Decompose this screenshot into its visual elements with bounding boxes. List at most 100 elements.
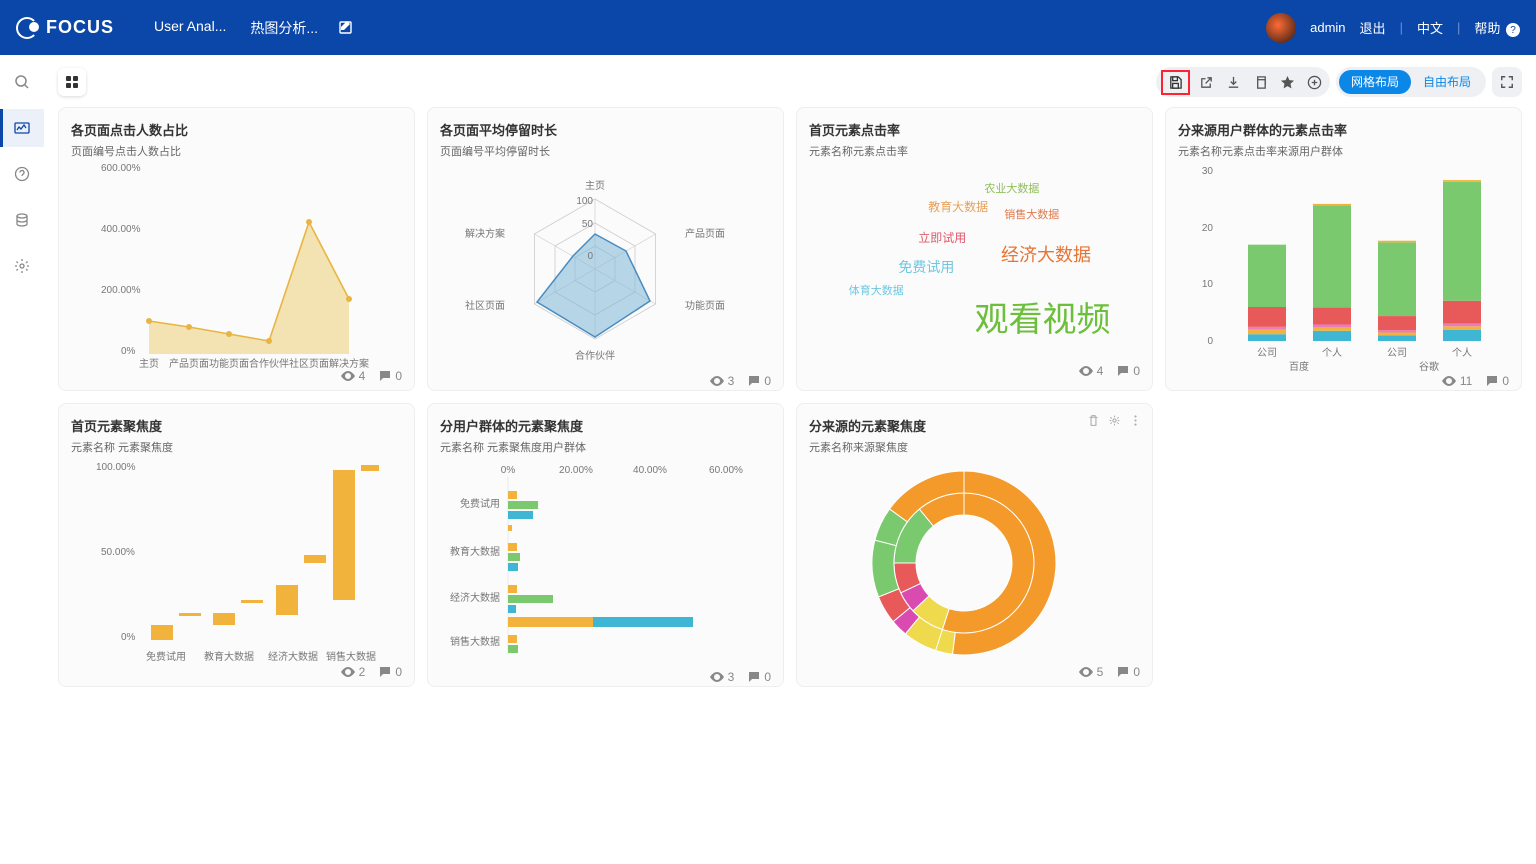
- chart-card: 分来源用户群体的元素点击率 元素名称元素点击率来源用户群体 30 20 10 0…: [1165, 107, 1522, 391]
- svg-text:10: 10: [1202, 279, 1214, 290]
- svg-text:50: 50: [582, 219, 594, 230]
- stacked-bar-chart: 30 20 10 0 公司百度 个人 公司谷歌 个人: [1178, 159, 1488, 374]
- save-icon[interactable]: [1161, 70, 1190, 95]
- svg-text:免费试用: 免费试用: [460, 497, 500, 510]
- svg-text:功能页面: 功能页面: [685, 299, 725, 312]
- add-icon[interactable]: [1307, 75, 1322, 90]
- content-area: 网格布局 自由布局 各页面点击人数占比 页面编号点击人数占比 600.00% 4…: [44, 55, 1536, 864]
- svg-text:合作伙伴: 合作伙伴: [249, 357, 289, 369]
- svg-text:个人: 个人: [1452, 347, 1472, 359]
- chart-card: 分来源的元素聚焦度 元素名称来源聚焦度 50: [796, 403, 1153, 687]
- svg-text:教育大数据: 教育大数据: [204, 650, 254, 663]
- svg-text:200.00%: 200.00%: [101, 285, 141, 296]
- svg-text:0%: 0%: [121, 632, 136, 643]
- svg-text:100: 100: [576, 196, 593, 207]
- more-icon[interactable]: [1129, 414, 1142, 427]
- dashboard-icon[interactable]: [13, 119, 31, 137]
- svg-text:谷歌: 谷歌: [1419, 360, 1439, 373]
- fullscreen-icon[interactable]: [1492, 67, 1522, 97]
- sunburst-chart: [809, 455, 1119, 665]
- svg-text:50.00%: 50.00%: [101, 547, 135, 558]
- radar-chart: 主页 产品页面 功能页面 合作伙伴 社区页面 解决方案 100 50 0: [440, 159, 750, 374]
- layout-free-button[interactable]: 自由布局: [1411, 70, 1483, 94]
- svg-text:社区页面: 社区页面: [465, 299, 505, 312]
- svg-text:20.00%: 20.00%: [559, 465, 593, 476]
- waterfall-chart: 100.00% 50.00% 0% 免费试用 教育大数据 经济大数据 销售大数据: [71, 455, 381, 665]
- edit-icon[interactable]: [338, 20, 354, 36]
- tool-group: [1156, 67, 1330, 97]
- username: admin: [1310, 20, 1345, 35]
- star-icon[interactable]: [1280, 75, 1295, 90]
- chart-card: 各页面点击人数占比 页面编号点击人数占比 600.00% 400.00% 200…: [58, 107, 415, 391]
- help-icon: ?: [1506, 23, 1520, 37]
- svg-text:社区页面: 社区页面: [289, 357, 329, 369]
- grouped-hbar-chart: 0% 20.00% 40.00% 60.00% 免费试用 教育大数据 经济大数据…: [440, 455, 750, 670]
- svg-text:个人: 个人: [1322, 347, 1342, 359]
- svg-text:0%: 0%: [121, 346, 136, 357]
- gear-icon[interactable]: [13, 257, 31, 275]
- chart-card: 分用户群体的元素聚焦度 元素名称 元素聚焦度用户群体 0% 20.00% 40.…: [427, 403, 784, 687]
- svg-text:公司: 公司: [1387, 348, 1407, 359]
- chart-card: 首页元素聚焦度 元素名称 元素聚焦度 100.00% 50.00% 0% 免费试…: [58, 403, 415, 687]
- svg-text:教育大数据: 教育大数据: [450, 545, 500, 558]
- svg-text:600.00%: 600.00%: [101, 163, 141, 174]
- svg-text:主页: 主页: [585, 180, 605, 192]
- svg-text:30: 30: [1202, 166, 1214, 177]
- breadcrumb-item[interactable]: User Anal...: [154, 18, 226, 38]
- svg-text:解决方案: 解决方案: [329, 357, 369, 369]
- layout-toggle: 网格布局 自由布局: [1336, 67, 1486, 97]
- logo-icon: [16, 17, 38, 39]
- svg-text:产品页面: 产品页面: [169, 357, 209, 369]
- area-chart: 600.00% 400.00% 200.00% 0% 主页 产品页面 功能页面 …: [71, 159, 381, 369]
- lang-link[interactable]: 中文: [1417, 18, 1443, 37]
- avatar[interactable]: [1266, 13, 1296, 43]
- svg-text:0: 0: [1207, 336, 1213, 347]
- gear-icon[interactable]: [1108, 414, 1121, 427]
- svg-text:合作伙伴: 合作伙伴: [575, 349, 615, 362]
- help-link[interactable]: 帮助 ?: [1474, 18, 1520, 38]
- breadcrumb: User Anal... 热图分析...: [154, 18, 318, 38]
- svg-text:百度: 百度: [1289, 360, 1309, 373]
- share-icon[interactable]: [1199, 75, 1214, 90]
- svg-text:解决方案: 解决方案: [465, 227, 505, 240]
- svg-text:销售大数据: 销售大数据: [450, 635, 500, 648]
- svg-text:经济大数据: 经济大数据: [450, 591, 500, 604]
- card-grid: 各页面点击人数占比 页面编号点击人数占比 600.00% 400.00% 200…: [58, 107, 1522, 687]
- svg-text:100.00%: 100.00%: [96, 462, 136, 473]
- apps-button[interactable]: [58, 68, 86, 96]
- svg-text:主页: 主页: [139, 358, 159, 369]
- logout-link[interactable]: 退出: [1360, 18, 1386, 37]
- svg-text:功能页面: 功能页面: [209, 357, 249, 369]
- svg-text:20: 20: [1202, 223, 1214, 234]
- svg-text:销售大数据: 销售大数据: [326, 650, 376, 663]
- brand-logo: FOCUS: [16, 17, 114, 39]
- help-circle-icon[interactable]: [13, 165, 31, 183]
- toolbar: 网格布局 自由布局: [58, 63, 1522, 101]
- download-icon[interactable]: [1226, 75, 1241, 90]
- comment-stat: 0: [379, 369, 402, 383]
- svg-text:0%: 0%: [501, 465, 516, 476]
- views-stat: 4: [341, 369, 366, 383]
- svg-text:免费试用: 免费试用: [146, 650, 186, 663]
- svg-text:产品页面: 产品页面: [685, 227, 725, 240]
- chart-card: 首页元素点击率 元素名称元素点击率 观看视频经济大数据免费试用立即试用教育大数据…: [796, 107, 1153, 391]
- wordcloud-chart: 观看视频经济大数据免费试用立即试用教育大数据销售大数据农业大数据体育大数据: [809, 159, 1140, 364]
- header-right: admin 退出 | 中文 | 帮助 ?: [1266, 13, 1520, 43]
- app-header: FOCUS User Anal... 热图分析... admin 退出 | 中文…: [0, 0, 1536, 55]
- trash-icon[interactable]: [1087, 414, 1100, 427]
- card-actions: [1087, 414, 1142, 427]
- left-sidebar: [0, 55, 44, 864]
- brand-text: FOCUS: [46, 17, 114, 38]
- svg-text:40.00%: 40.00%: [633, 465, 667, 476]
- svg-text:经济大数据: 经济大数据: [268, 650, 318, 663]
- svg-text:400.00%: 400.00%: [101, 224, 141, 235]
- svg-text:60.00%: 60.00%: [709, 465, 743, 476]
- svg-text:公司: 公司: [1257, 348, 1277, 359]
- layout-grid-button[interactable]: 网格布局: [1339, 70, 1411, 94]
- copy-icon[interactable]: [1253, 75, 1268, 90]
- search-icon[interactable]: [13, 73, 31, 91]
- chart-card: 各页面平均停留时长 页面编号平均停留时长 主页 产品页面 功能页面 合作伙伴 社…: [427, 107, 784, 391]
- breadcrumb-item[interactable]: 热图分析...: [250, 18, 318, 38]
- svg-text:0: 0: [587, 251, 593, 262]
- database-icon[interactable]: [13, 211, 31, 229]
